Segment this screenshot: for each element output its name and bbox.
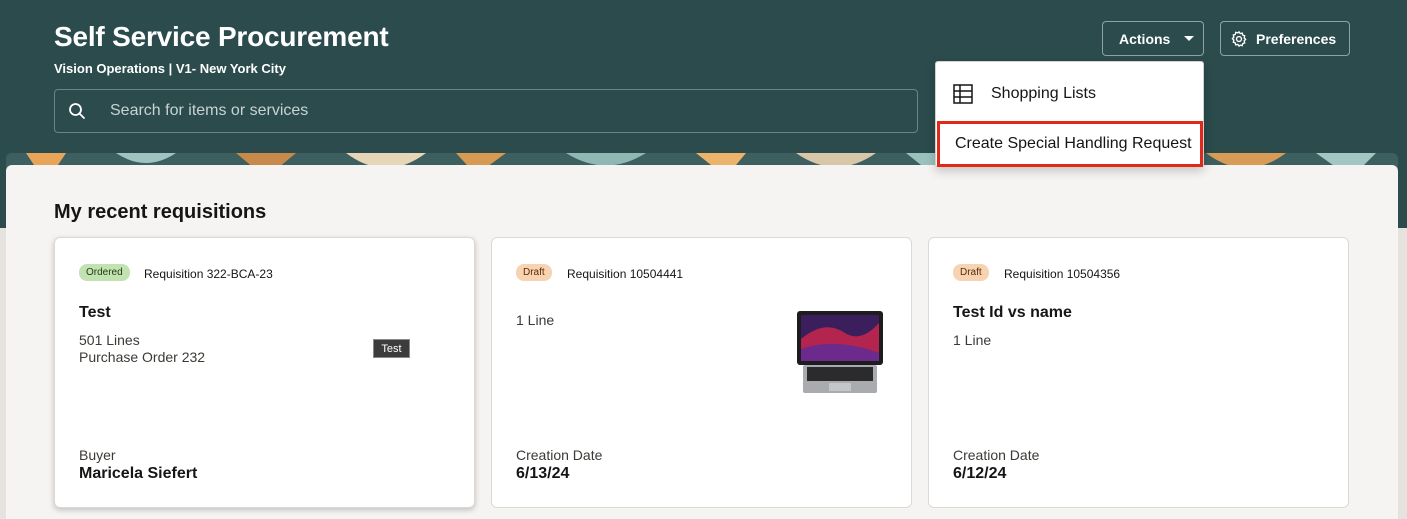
line-count: 501 Lines	[79, 332, 140, 348]
search-input[interactable]	[110, 102, 870, 120]
creation-date-label: Creation Date	[516, 447, 603, 463]
creation-date-label: Creation Date	[953, 447, 1040, 463]
line-count: 1 Line	[953, 332, 992, 348]
creation-date: 6/12/24	[953, 465, 1007, 482]
laptop-image	[797, 311, 883, 393]
actions-button[interactable]: Actions	[1102, 21, 1204, 56]
tooltip: Test	[373, 339, 410, 358]
buyer-label: Buyer	[79, 447, 116, 463]
menu-item-create-special-handling-request[interactable]: Create Special Handling Request	[937, 121, 1203, 167]
requisition-title: Test	[79, 304, 111, 321]
status-badge: Draft	[516, 264, 552, 281]
menu-item-label: Create Special Handling Request	[955, 135, 1192, 152]
requisition-title: Test Id vs name	[953, 304, 1072, 321]
menu-item-shopping-lists[interactable]: Shopping Lists	[936, 74, 1205, 114]
page-title: Self Service Procurement	[54, 21, 389, 52]
requisition-card[interactable]: Draft Requisition 10504441 1 Line Creati…	[491, 237, 912, 508]
requisition-number: Requisition 10504356	[1004, 267, 1121, 281]
requisition-card[interactable]: Ordered Requisition 322-BCA-23 Test 501 …	[54, 237, 475, 508]
actions-menu: Shopping Lists Create Special Handling R…	[935, 61, 1204, 167]
search-icon	[69, 103, 85, 119]
purchase-order: Purchase Order 232	[79, 349, 206, 365]
gear-icon	[1231, 30, 1247, 47]
preferences-button-label: Preferences	[1256, 30, 1337, 47]
status-badge: Draft	[953, 264, 989, 281]
creation-date: 6/13/24	[516, 465, 570, 482]
grid-list-icon	[953, 84, 973, 104]
actions-button-label: Actions	[1119, 30, 1171, 47]
status-badge: Ordered	[79, 264, 130, 281]
preferences-button[interactable]: Preferences	[1220, 21, 1350, 56]
buyer-name: Maricela Siefert	[79, 465, 198, 482]
requisition-card[interactable]: Draft Requisition 10504356 Test Id vs na…	[928, 237, 1349, 508]
line-count: 1 Line	[516, 312, 555, 328]
requisition-number: Requisition 10504441	[567, 267, 684, 281]
recent-requisitions-title: My recent requisitions	[54, 201, 267, 223]
search-bar[interactable]	[54, 89, 918, 133]
chevron-down-icon	[1184, 36, 1195, 41]
requisition-number: Requisition 322-BCA-23	[144, 267, 273, 281]
business-unit-location: Vision Operations | V1- New York City	[54, 61, 286, 76]
menu-item-label: Shopping Lists	[991, 85, 1096, 102]
